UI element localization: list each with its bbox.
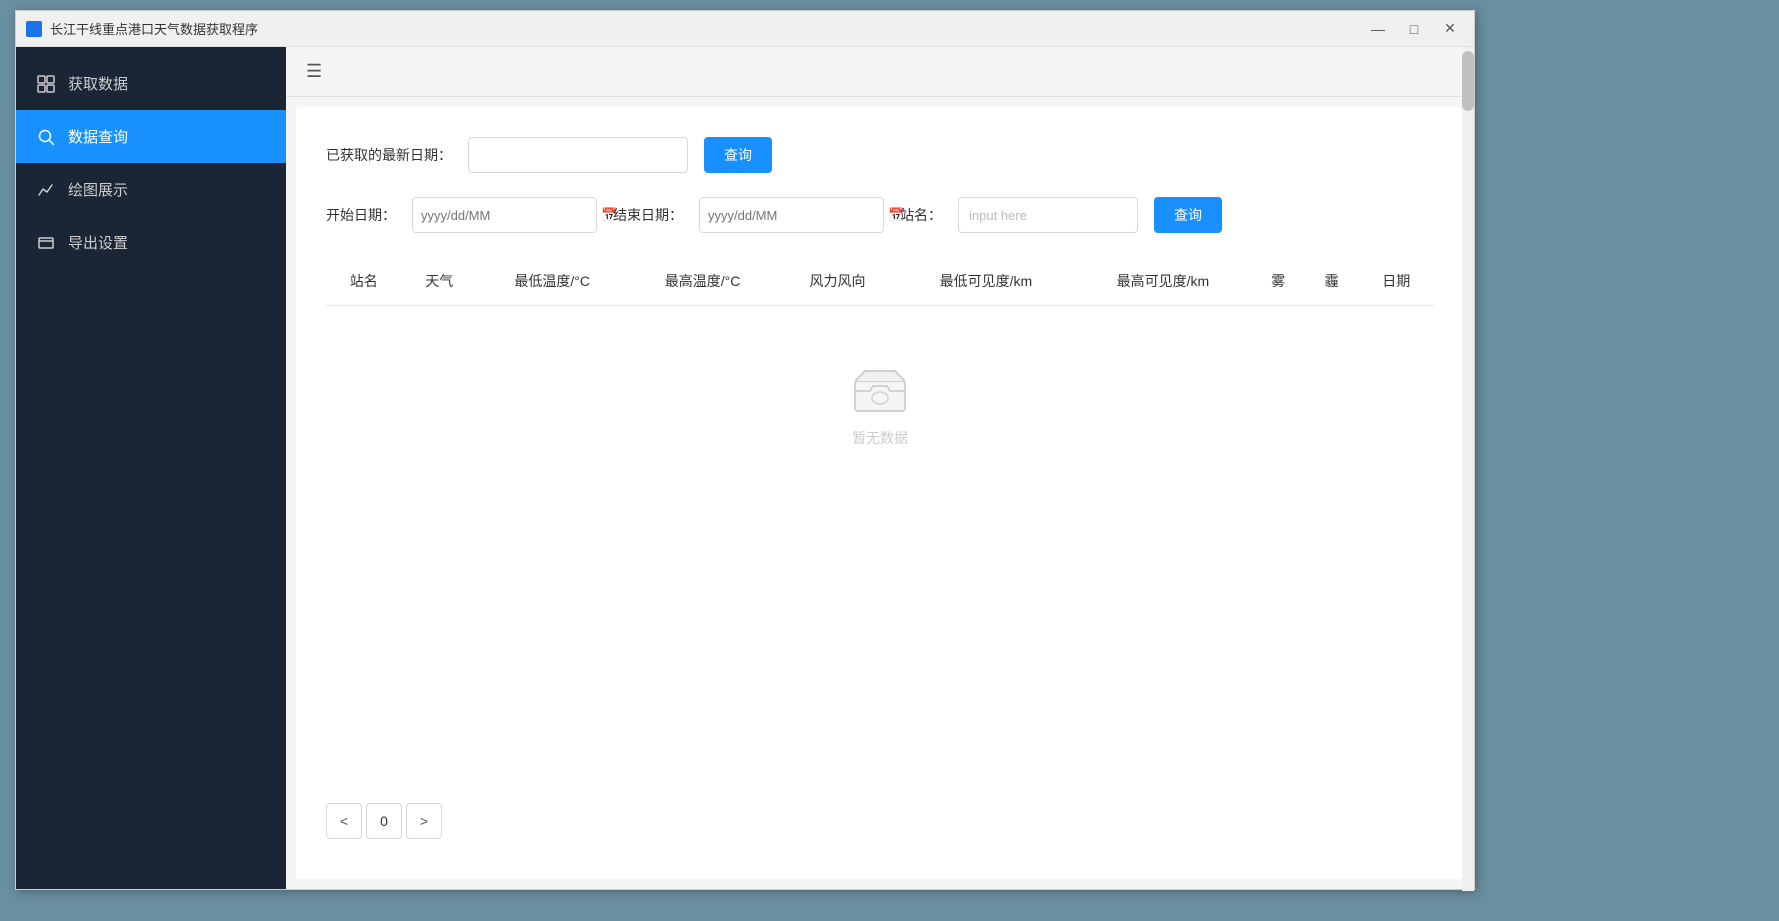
sidebar-label-data-query: 数据查询 (68, 126, 128, 147)
chart-icon (36, 180, 56, 200)
window-title: 长江干线重点港口天气数据获取程序 (50, 19, 1364, 38)
end-date-wrapper[interactable]: 📅 (699, 197, 884, 233)
export-icon (36, 233, 56, 253)
start-date-input[interactable] (421, 208, 597, 223)
get-data-icon (36, 74, 56, 94)
table-header-cell: 最高温度/°C (627, 257, 777, 306)
latest-date-query-button[interactable]: 查询 (704, 137, 772, 173)
pagination: < 0 > (326, 783, 1434, 849)
top-bar: ☰ (286, 47, 1474, 97)
sidebar-item-export[interactable]: 导出设置 (16, 216, 286, 269)
current-page: 0 (366, 803, 402, 839)
sidebar-label-get-data: 获取数据 (68, 73, 128, 94)
start-date-wrapper[interactable]: 📅 (412, 197, 597, 233)
sidebar-item-chart[interactable]: 绘图展示 (16, 163, 286, 216)
table-header-cell: 雾 (1251, 257, 1304, 306)
latest-date-label: 已获取的最新日期： (326, 145, 452, 165)
content-area: 已获取的最新日期： 查询 开始日期： 📅 结束日期： 📅 (296, 107, 1464, 879)
table-header-cell: 最低温度/°C (477, 257, 627, 306)
empty-icon (850, 366, 910, 416)
table-container: 站名天气最低温度/°C最高温度/°C风力风向最低可见度/km最高可见度/km雾霾… (326, 257, 1434, 759)
app-icon (26, 21, 42, 37)
sidebar-item-get-data[interactable]: 获取数据 (16, 57, 286, 110)
prev-page-button[interactable]: < (326, 803, 362, 839)
next-page-button[interactable]: > (406, 803, 442, 839)
table-header-cell: 天气 (402, 257, 478, 306)
latest-date-row: 已获取的最新日期： 查询 (326, 137, 1434, 173)
start-date-label: 开始日期： (326, 205, 396, 225)
end-date-input[interactable] (708, 208, 884, 223)
sidebar-item-data-query[interactable]: 数据查询 (16, 110, 286, 163)
station-input[interactable] (958, 197, 1138, 233)
table-header-cell: 霾 (1305, 257, 1358, 306)
maximize-button[interactable]: □ (1400, 19, 1428, 39)
sidebar: 获取数据 数据查询 绘图展示 (16, 47, 286, 889)
empty-state: 暂无数据 (326, 306, 1434, 508)
menu-icon[interactable]: ☰ (306, 61, 322, 82)
table-header-cell: 最低可见度/km (897, 257, 1074, 306)
table-header-row: 站名天气最低温度/°C最高温度/°C风力风向最低可见度/km最高可见度/km雾霾… (326, 257, 1434, 306)
main-content: ☰ 已获取的最新日期： 查询 开始日期： 📅 结束日期： (286, 47, 1474, 889)
latest-date-input[interactable] (468, 137, 688, 173)
table-header-cell: 站名 (326, 257, 402, 306)
table-header-cell: 最高可见度/km (1074, 257, 1251, 306)
close-button[interactable]: ✕ (1436, 19, 1464, 39)
table-header-cell: 风力风向 (778, 257, 898, 306)
scrollbar-thumb[interactable] (1462, 51, 1474, 111)
sidebar-label-chart: 绘图展示 (68, 179, 128, 200)
empty-text: 暂无数据 (852, 428, 908, 448)
titlebar: 长江干线重点港口天气数据获取程序 — □ ✕ (16, 11, 1474, 47)
data-query-icon (36, 127, 56, 147)
search-row: 开始日期： 📅 结束日期： 📅 站名： 查询 (326, 197, 1434, 233)
station-label: 站名： (900, 205, 942, 225)
scrollbar[interactable] (1462, 47, 1474, 889)
end-date-label: 结束日期： (613, 205, 683, 225)
sidebar-label-export: 导出设置 (68, 232, 128, 253)
minimize-button[interactable]: — (1364, 19, 1392, 39)
data-table: 站名天气最低温度/°C最高温度/°C风力风向最低可见度/km最高可见度/km雾霾… (326, 257, 1434, 306)
table-header-cell: 日期 (1358, 257, 1434, 306)
search-query-button[interactable]: 查询 (1154, 197, 1222, 233)
window-controls: — □ ✕ (1364, 19, 1464, 39)
